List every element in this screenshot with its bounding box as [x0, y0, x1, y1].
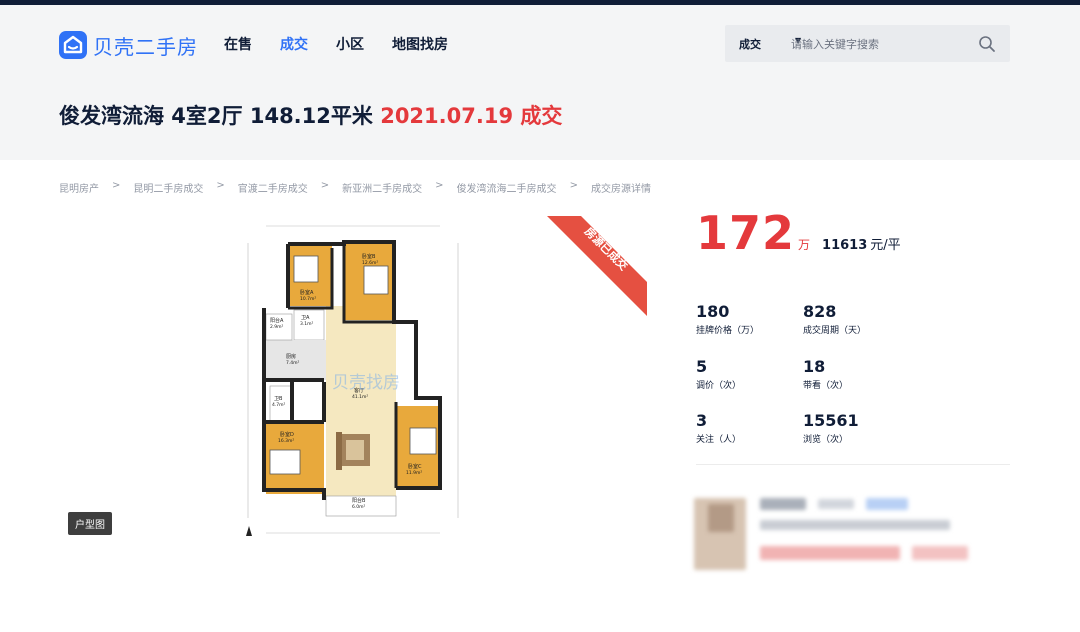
agent-phone-redacted	[760, 546, 900, 560]
chevron-right-icon: >	[435, 180, 444, 191]
room-area: 12.6m²	[362, 260, 378, 266]
agent-avatar-face	[708, 504, 734, 532]
nav-item-sold[interactable]: 成交	[280, 34, 308, 54]
sold-ribbon: 房源已成交	[547, 216, 647, 316]
chevron-right-icon: >	[112, 180, 121, 191]
stat-label: 成交周期（天）	[803, 326, 867, 336]
section-divider	[696, 464, 1010, 465]
room-label: 卧室C	[408, 463, 422, 470]
chevron-right-icon: >	[320, 180, 330, 191]
stat-label: 调价（次）	[696, 381, 742, 391]
nav-item-map-search[interactable]: 地图找房	[392, 34, 448, 54]
stat-viewings: 18 带看（次）	[803, 357, 848, 391]
price-block: 172 万 11613 元/平	[696, 206, 901, 260]
stat-label: 挂牌价格（万）	[696, 326, 760, 336]
room-label: 卧室A	[300, 289, 314, 296]
stat-label: 浏览（次）	[803, 435, 849, 445]
stat-value: 15561	[803, 411, 859, 430]
title-main: 俊发湾流海 4室2厅 148.12平米	[59, 104, 373, 128]
watermark-text: 贝壳找房	[332, 373, 400, 393]
room-label: 卧室D	[280, 431, 294, 438]
main-nav: 在售 成交 小区 地图找房	[224, 34, 476, 54]
stat-label: 关注（人）	[696, 435, 742, 445]
breadcrumb-item[interactable]: 昆明房产	[59, 180, 99, 195]
search-type-select[interactable]: 成交	[739, 36, 761, 52]
room-area: 4.7m²	[272, 402, 286, 408]
room-area: 41.1m²	[352, 394, 368, 400]
agent-card[interactable]	[694, 494, 1014, 574]
unit-price-unit: 元/平	[870, 238, 901, 253]
search-bar: 成交 ▼	[725, 25, 1010, 62]
room-area: 11.9m²	[406, 470, 422, 476]
logo-house-icon	[59, 31, 87, 59]
stat-value: 180	[696, 302, 730, 321]
agent-info-redacted	[760, 520, 950, 530]
room-label: 阳台B	[352, 497, 366, 504]
room-label: 厨房	[286, 353, 296, 360]
room-area: 16.3m²	[278, 438, 294, 444]
agent-name-redacted	[760, 498, 806, 510]
stat-views: 15561 浏览（次）	[803, 411, 859, 445]
compass-icon	[246, 526, 252, 536]
stat-followers: 3 关注（人）	[696, 411, 741, 445]
nav-item-community[interactable]: 小区	[336, 34, 364, 54]
stat-value: 3	[696, 411, 708, 430]
room-area: 3.1m²	[300, 321, 314, 327]
total-price-unit: 万	[798, 238, 811, 252]
total-price: 172	[696, 206, 796, 260]
breadcrumb-item[interactable]: 官渡二手房成交	[238, 180, 308, 195]
stat-deal-cycle: 828 成交周期（天）	[803, 302, 866, 336]
floor-plan-image[interactable]: 卧室A 10.7m² 卧室B 12.6m² 卫A 3.1m² 阳台A 2.9m²…	[240, 218, 475, 540]
stat-value: 5	[696, 357, 708, 376]
agent-title-redacted	[818, 499, 854, 509]
search-input[interactable]	[791, 33, 971, 55]
logo[interactable]: 贝壳二手房	[59, 29, 198, 61]
agent-tag-redacted	[866, 498, 908, 510]
room-area: 10.7m²	[300, 296, 316, 302]
stat-listing-price: 180 挂牌价格（万）	[696, 302, 759, 336]
chevron-right-icon: >	[569, 180, 578, 191]
search-icon[interactable]	[978, 35, 996, 53]
agent-contact-redacted	[912, 546, 968, 560]
nav-item-for-sale[interactable]: 在售	[224, 34, 252, 54]
breadcrumb: 昆明房产 > 昆明二手房成交 > 官渡二手房成交 > 新亚洲二手房成交 > 俊发…	[59, 180, 651, 195]
room-label: 卫B	[274, 396, 283, 402]
unit-price: 11613	[822, 238, 868, 253]
stat-value: 18	[803, 357, 826, 376]
stat-label: 带看（次）	[803, 381, 849, 391]
room-area: 6.0m²	[352, 504, 366, 510]
breadcrumb-item[interactable]: 新亚洲二手房成交	[342, 180, 422, 195]
room-area: 2.9m²	[270, 324, 284, 330]
room-label: 阳台A	[270, 317, 284, 324]
stat-price-adjustments: 5 调价（次）	[696, 357, 741, 391]
chevron-right-icon: >	[216, 180, 225, 191]
breadcrumb-item[interactable]: 昆明二手房成交	[133, 180, 203, 195]
breadcrumb-item-current: 成交房源详情	[590, 184, 651, 195]
room-label: 卧室B	[362, 253, 376, 260]
title-deal-date: 2021.07.19 成交	[380, 104, 563, 128]
room-area: 7.4m²	[286, 360, 300, 366]
page-title: 俊发湾流海 4室2厅 148.12平米 2021.07.19 成交	[59, 100, 562, 130]
breadcrumb-item[interactable]: 俊发湾流海二手房成交	[457, 180, 557, 195]
room-label: 卫A	[301, 315, 310, 321]
logo-text: 贝壳二手房	[93, 34, 198, 59]
stat-value: 828	[803, 302, 837, 321]
floor-plan-badge[interactable]: 户型图	[68, 512, 112, 535]
